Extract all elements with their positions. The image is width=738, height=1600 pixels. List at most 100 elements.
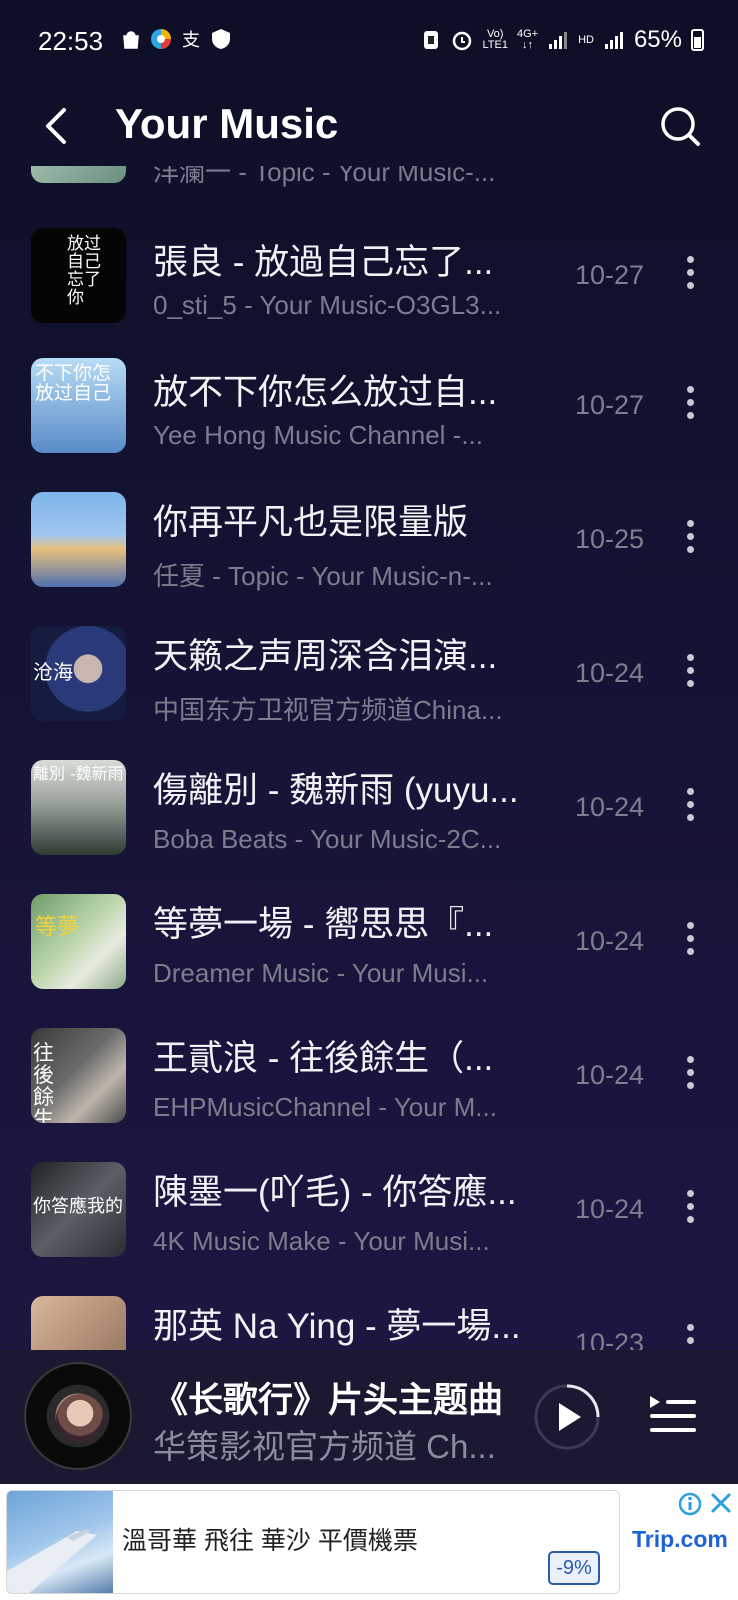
song-date: 10-27 [575, 260, 645, 290]
song-title: 陳墨一(吖毛) - 你答應... [153, 1173, 517, 1212]
list-item[interactable]: 不下你怎 放过自己 放不下你怎么放过自... Yee Hong Music Ch… [0, 356, 738, 490]
song-title: 張良 - 放過自己忘了... [153, 243, 494, 282]
song-title: 放不下你怎么放过自... [153, 373, 498, 412]
song-list: 洋瀾一 - Topic - Your Music-... 放过自己忘了你 張良 … [0, 166, 738, 1350]
airplane-wing-icon [7, 1529, 97, 1593]
nfc-icon [424, 31, 439, 49]
more-options-button[interactable] [684, 654, 696, 694]
list-item[interactable]: 放过自己忘了你 張良 - 放過自己忘了... 0_sti_5 - Your Mu… [0, 222, 738, 356]
song-thumbnail: 你答應我的 [31, 1162, 126, 1257]
app-pinwheel-icon [151, 29, 171, 49]
song-thumbnail [31, 492, 126, 587]
alipay-icon: 支 [182, 30, 200, 50]
more-options-button[interactable] [684, 922, 696, 962]
more-vertical-icon [686, 386, 694, 393]
song-subtitle: Yee Hong Music Channel -... [153, 420, 484, 450]
more-options-button[interactable] [684, 1056, 696, 1096]
more-options-button[interactable] [684, 788, 696, 828]
list-item[interactable]: 等夢 等夢一場 - 嚮思思『... Dreamer Music - Your M… [0, 892, 738, 1026]
page-title: Your Music [115, 100, 339, 147]
song-title: 傷離別 - 魏新雨 (yuyu... [153, 771, 519, 810]
thumbnail-caption: 等夢 [35, 915, 80, 940]
song-subtitle: Dreamer Music - Your Musi... [153, 958, 489, 988]
more-vertical-icon [686, 520, 694, 527]
signal-roaming-icon [604, 32, 623, 49]
ad-image-airplane-wing [7, 1491, 113, 1593]
song-title: 王貳浪 - 往後餘生（... [153, 1039, 494, 1078]
list-item[interactable]: 那英 Na Ying - 夢一場... 10-23 [0, 1294, 738, 1350]
song-date: 10-27 [575, 390, 645, 420]
thumbnail-caption: 不下你怎 放过自己 [35, 362, 112, 404]
status-bar: 22:53 支 Vo) LTE1 4G+ ↓↑ HD 65% [0, 0, 738, 86]
search-icon [661, 107, 700, 146]
song-date: 10-24 [575, 792, 645, 822]
now-playing-artist: 华策影视官方频道 Ch... [153, 1428, 496, 1465]
thumbnail-caption: 沧海 [33, 660, 73, 684]
hd-label: HD [578, 33, 594, 46]
ad-card[interactable]: 溫哥華 飛往 華沙 平價機票 -9% [6, 1490, 620, 1594]
song-thumbnail: 不下你怎 放过自己 [31, 358, 126, 453]
queue-button[interactable] [648, 1392, 698, 1440]
mini-player[interactable]: 《长歌行》片头主题曲 华策影视官方频道 Ch... [0, 1350, 738, 1484]
more-options-button[interactable] [684, 1190, 696, 1230]
more-vertical-icon [686, 1324, 694, 1331]
battery-icon [691, 29, 704, 51]
search-button[interactable] [658, 104, 702, 148]
ad-text: 溫哥華 飛往 華沙 平價機票 [122, 1527, 418, 1555]
signal-icon [549, 32, 568, 49]
svg-text:支: 支 [182, 30, 200, 50]
song-date: 10-24 [575, 926, 645, 956]
more-options-button[interactable] [684, 520, 696, 560]
ad-brand[interactable]: Trip.com [632, 1526, 728, 1553]
song-subtitle: 中国东方卫视官方频道China... [153, 695, 503, 725]
close-icon[interactable] [710, 1492, 732, 1514]
more-options-button[interactable] [684, 256, 696, 296]
song-subtitle: Boba Beats - Your Music-2C... [153, 824, 502, 854]
thumbnail-caption: 放过自己忘了你 [67, 234, 101, 308]
more-options-button[interactable] [684, 1324, 696, 1350]
list-item[interactable]: 你再平凡也是限量版 任夏 - Topic - Your Music-n-... … [0, 490, 738, 624]
song-date: 10-25 [575, 524, 645, 554]
queue-icon [650, 1396, 696, 1432]
shopping-bag-icon [123, 31, 139, 49]
song-title: 等夢一場 - 嚮思思『... [153, 905, 494, 944]
now-playing-title: 《长歌行》片头主题曲 [153, 1381, 503, 1420]
thumbnail-caption: 離別 -魏新雨 [33, 764, 124, 783]
thumbnail-caption: 你答應我的 [33, 1196, 123, 1217]
song-date: 10-24 [575, 1060, 645, 1090]
list-item[interactable]: 沧海 天籁之声周深含泪演... 中国东方卫视官方频道China... 10-24 [0, 624, 738, 758]
ad-banner[interactable]: 溫哥華 飛往 華沙 平價機票 -9% Trip.com [0, 1484, 738, 1600]
song-title: 那英 Na Ying - 夢一場... [153, 1307, 521, 1346]
back-button[interactable] [36, 104, 76, 148]
song-subtitle: 4K Music Make - Your Musi... [153, 1226, 490, 1256]
play-icon [559, 1403, 581, 1431]
list-item[interactable]: 往後 餘生 王貳浪 - 往後餘生（... EHPMusicChannel - Y… [0, 1026, 738, 1160]
shield-icon [212, 29, 230, 49]
song-title: 你再平凡也是限量版 [153, 503, 469, 542]
song-thumbnail: 離別 -魏新雨 [31, 760, 126, 855]
album-art [56, 1394, 104, 1442]
status-time: 22:53 [38, 26, 104, 56]
more-vertical-icon [686, 788, 694, 795]
song-thumbnail: 放过自己忘了你 [31, 228, 126, 323]
song-date: 10-24 [575, 658, 645, 688]
play-button[interactable] [533, 1383, 601, 1451]
list-item[interactable]: 離別 -魏新雨 傷離別 - 魏新雨 (yuyu... Boba Beats - … [0, 758, 738, 892]
battery-percent: 65% [633, 26, 682, 53]
more-vertical-icon [686, 654, 694, 661]
album-art-disc[interactable] [24, 1362, 132, 1470]
more-options-button[interactable] [684, 386, 696, 426]
song-thumbnail: 往後 餘生 [31, 1028, 126, 1123]
song-thumbnail [31, 1296, 126, 1350]
app-header: Your Music [0, 86, 738, 166]
song-thumbnail: 等夢 [31, 894, 126, 989]
list-item[interactable]: 洋瀾一 - Topic - Your Music-... [0, 166, 738, 194]
song-subtitle: 洋瀾一 - Topic - Your Music-... [153, 166, 496, 187]
more-vertical-icon [686, 922, 694, 929]
more-vertical-icon [686, 256, 694, 263]
song-title: 天籁之声周深含泪演... [153, 637, 498, 676]
more-vertical-icon [686, 1056, 694, 1063]
info-icon[interactable] [678, 1492, 702, 1516]
list-item[interactable]: 你答應我的 陳墨一(吖毛) - 你答應... 4K Music Make - Y… [0, 1160, 738, 1294]
discount-badge: -9% [548, 1551, 600, 1585]
